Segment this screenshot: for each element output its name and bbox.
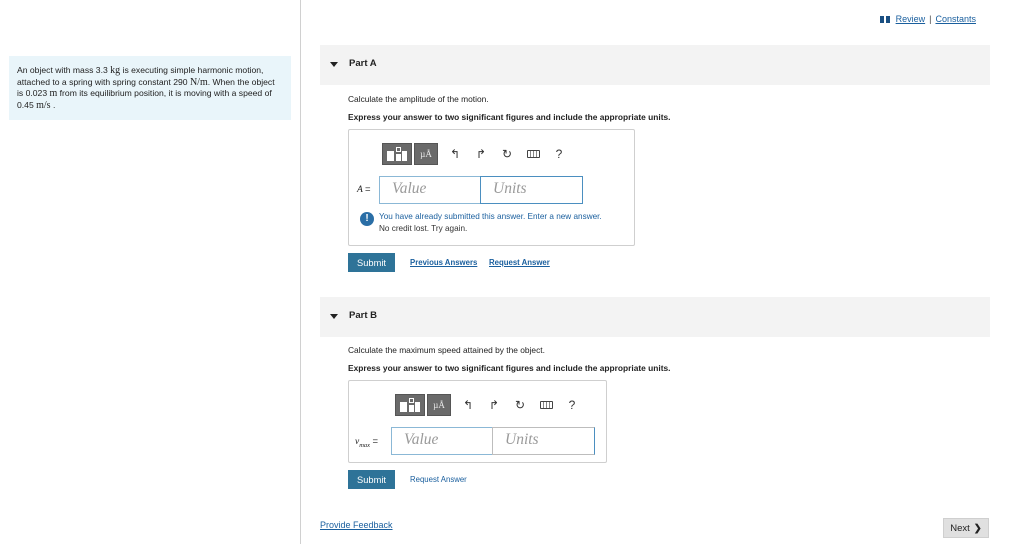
part-a-title: Part A bbox=[349, 58, 377, 69]
template-icon[interactable] bbox=[395, 394, 425, 416]
book-icon bbox=[879, 15, 890, 23]
part-a-warning: You have already submitted this answer. … bbox=[379, 212, 602, 221]
template-icon[interactable] bbox=[382, 143, 412, 165]
problem-end: . bbox=[52, 99, 56, 110]
part-b-value-input[interactable]: Value bbox=[391, 427, 493, 455]
part-a-instruction: Express your answer to two significant f… bbox=[348, 112, 671, 122]
undo-icon[interactable]: ↰ bbox=[442, 143, 468, 165]
spring-unit: N/m bbox=[189, 76, 208, 88]
part-a-equals: = bbox=[365, 184, 371, 195]
part-a-units-input[interactable]: Units bbox=[480, 176, 583, 204]
part-b-question: Calculate the maximum speed attained by … bbox=[348, 345, 545, 355]
part-b-subscript: max bbox=[359, 441, 371, 449]
help-icon[interactable]: ? bbox=[559, 394, 585, 416]
next-label: Next bbox=[950, 522, 970, 534]
units-mu-a-icon[interactable]: µÅ bbox=[427, 394, 451, 416]
part-b-submit-button[interactable]: Submit bbox=[348, 470, 395, 489]
redo-icon[interactable]: ↱ bbox=[481, 394, 507, 416]
previous-answers-link[interactable]: Previous Answers bbox=[410, 258, 477, 267]
part-a-warning-sub: No credit lost. Try again. bbox=[379, 224, 468, 233]
part-b-units-input[interactable]: Units bbox=[492, 427, 595, 455]
speed-unit: m/s bbox=[36, 99, 51, 111]
left-panel: An object with mass 3.3 kg is executing … bbox=[0, 0, 301, 544]
mass-unit: kg bbox=[110, 65, 121, 76]
part-b-variable-label: vmax = bbox=[355, 436, 378, 449]
undo-icon[interactable]: ↰ bbox=[455, 394, 481, 416]
collapse-triangle-icon[interactable] bbox=[330, 62, 338, 67]
part-b-header[interactable]: Part B bbox=[320, 297, 990, 337]
part-a-request-answer-link[interactable]: Request Answer bbox=[489, 258, 550, 267]
part-b-toolbar: µÅ ↰ ↱ ↻ ? bbox=[395, 394, 585, 416]
top-links: Review | Constants bbox=[879, 14, 976, 24]
next-button[interactable]: Next ❯ bbox=[943, 518, 989, 538]
provide-feedback-link[interactable]: Provide Feedback bbox=[320, 520, 393, 530]
link-separator: | bbox=[929, 14, 932, 24]
redo-icon[interactable]: ↱ bbox=[468, 143, 494, 165]
units-mu-a-icon[interactable]: µÅ bbox=[414, 143, 438, 165]
part-a-submit-button[interactable]: Submit bbox=[348, 253, 395, 272]
warning-icon: ! bbox=[360, 212, 374, 226]
reset-icon[interactable]: ↻ bbox=[494, 143, 520, 165]
problem-intro: An object with mass 3.3 bbox=[17, 65, 108, 75]
distance-unit: m bbox=[49, 88, 58, 100]
part-b-equals: = bbox=[372, 436, 378, 447]
part-a-variable-label: A = bbox=[357, 184, 371, 195]
collapse-triangle-icon[interactable] bbox=[330, 314, 338, 319]
constants-link[interactable]: Constants bbox=[935, 14, 976, 24]
part-b-title: Part B bbox=[349, 310, 377, 321]
keyboard-icon[interactable] bbox=[520, 143, 546, 165]
reset-icon[interactable]: ↻ bbox=[507, 394, 533, 416]
problem-statement: An object with mass 3.3 kg is executing … bbox=[9, 56, 291, 120]
review-link[interactable]: Review bbox=[896, 14, 926, 24]
part-a-variable: A bbox=[357, 185, 363, 195]
part-b-request-answer-link[interactable]: Request Answer bbox=[410, 475, 467, 484]
part-a-toolbar: µÅ ↰ ↱ ↻ ? bbox=[382, 143, 572, 165]
part-a-value-input[interactable]: Value bbox=[379, 176, 481, 204]
part-a-question: Calculate the amplitude of the motion. bbox=[348, 94, 489, 104]
keyboard-icon[interactable] bbox=[533, 394, 559, 416]
part-a-header[interactable]: Part A bbox=[320, 45, 990, 85]
chevron-right-icon: ❯ bbox=[973, 522, 982, 534]
part-b-instruction: Express your answer to two significant f… bbox=[348, 363, 671, 373]
help-icon[interactable]: ? bbox=[546, 143, 572, 165]
